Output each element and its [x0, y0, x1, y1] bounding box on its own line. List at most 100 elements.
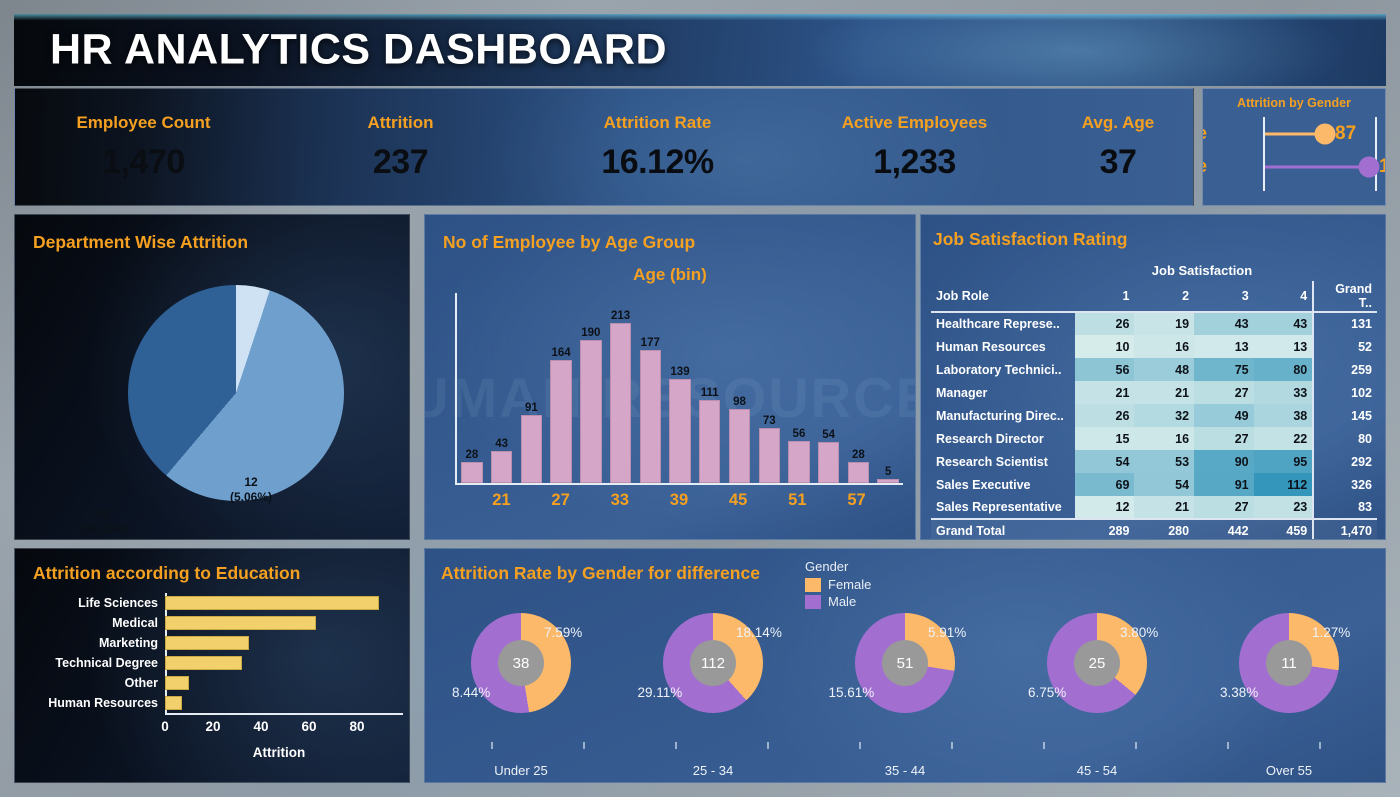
table-cell-total: 80: [1312, 427, 1377, 450]
table-cell-value: 26: [1074, 404, 1135, 427]
table-cell-total: 102: [1312, 381, 1377, 404]
donut-category-label: 25 - 34: [692, 763, 734, 778]
table-cell-role: Human Resources: [936, 339, 1046, 354]
histogram-bar-cell: 91: [516, 293, 546, 483]
table-cell-value: 54: [1074, 450, 1135, 473]
histogram-bar: [877, 479, 899, 483]
gender-rate-donuts-title: Attrition Rate by Gender for difference: [441, 563, 760, 583]
education-bar-row: Other: [125, 673, 393, 693]
histogram-tick: 51: [788, 491, 807, 509]
histogram-bar-value: 91: [524, 402, 538, 414]
kpi-value: 237: [372, 142, 429, 181]
gender-value: 150: [1379, 156, 1385, 178]
histogram-x-ticks: 21 27 33 39 45 51 57: [457, 491, 901, 510]
gender-legend-item: Female: [805, 577, 871, 592]
table-cell-value: 90: [1194, 450, 1254, 473]
table-column-header: 4: [1253, 281, 1314, 313]
table-cell-value: 27: [1194, 427, 1254, 450]
education-bar-row: Technical Degree: [55, 653, 393, 673]
table-cell-value: 75: [1194, 358, 1254, 381]
education-tick: 20: [205, 719, 221, 734]
table-cell-role: Research Director: [936, 431, 1044, 446]
table-row: Manufacturing Direc.. 26 32 49 38 145: [931, 404, 1377, 427]
kpi-label: Avg. Age: [1081, 112, 1155, 132]
gender-dot: [1314, 123, 1336, 144]
donut-male-percent: 3.38%: [1220, 685, 1259, 700]
dashboard-root: HR ANALYTICS DASHBOARD Employee Count 1,4…: [0, 0, 1400, 797]
table-cell-value: 33: [1253, 381, 1314, 404]
gender-legend-item: Male: [805, 594, 871, 609]
gender-label: Female: [1203, 123, 1207, 144]
table-column-header: 2: [1134, 281, 1195, 313]
histogram-tick: [457, 491, 487, 510]
table-cell-value: 289: [1074, 518, 1135, 539]
gender-stem: [1265, 165, 1369, 168]
table-cell-value: 54: [1134, 473, 1195, 496]
table-cell-role: Laboratory Technici..: [936, 362, 1062, 377]
donut-center-value: 38: [498, 640, 544, 686]
gender-lollipop-row: Female 87: [1203, 117, 1377, 150]
table-cell-value: 43: [1194, 312, 1254, 335]
histogram-bar: [728, 409, 751, 483]
table-cell-value: 459: [1253, 518, 1314, 539]
table-cell-value: 48: [1134, 358, 1195, 381]
histogram-bar-value: 43: [495, 438, 508, 450]
table-row: Healthcare Represe.. 26 19 43 43 131: [931, 312, 1377, 335]
attrition-by-gender-panel: Attrition by Gender Female 87 Male 150: [1202, 88, 1386, 206]
donut-cell: 11 1.27% 3.38% Over 55: [1193, 611, 1385, 778]
pie-label-hr-percent: (5.06%): [230, 490, 273, 504]
histogram-bar-cell: 164: [546, 293, 576, 483]
donut-male-percent: 29.11%: [637, 685, 683, 700]
education-bar-row: Human Resources: [48, 693, 393, 713]
table-cell-total: 326: [1312, 473, 1377, 496]
table-header: Job Role 1 2 3 4 Grand T..: [931, 281, 1377, 313]
donut-axis-tick: [491, 742, 493, 749]
donut-male-percent: 15.61%: [828, 685, 875, 700]
histogram-tick: 21: [492, 491, 511, 509]
table-cell-value: 91: [1194, 473, 1254, 496]
table-cell-value: 23: [1253, 496, 1314, 519]
donut-axis-tick: [1227, 742, 1229, 749]
histogram-bar: [758, 428, 780, 483]
table-cell-value: 56: [1074, 358, 1135, 381]
age-group-title: No of Employee by Age Group: [443, 232, 696, 252]
table-cell-value: 22: [1253, 427, 1314, 450]
gender-lollipop-row: Male 150: [1203, 150, 1385, 183]
gender-legend-title: Gender: [805, 559, 849, 574]
histogram-tick: 33: [610, 491, 629, 509]
table-column-header: 3: [1194, 281, 1254, 313]
table-cell-value: 53: [1134, 450, 1195, 473]
education-bar-row: Marketing: [99, 633, 393, 653]
gender-value: 87: [1335, 122, 1357, 144]
histogram-bar-cell: 98: [725, 293, 755, 483]
histogram-tick: [575, 491, 605, 510]
job-satisfaction-group-header: Job Satisfaction: [1151, 263, 1253, 278]
table-cell-value: 15: [1074, 427, 1135, 450]
kpi-value: 16.12%: [601, 142, 714, 181]
table-cell-value: 32: [1134, 404, 1195, 427]
histogram-bar-value: 164: [551, 347, 571, 359]
donut-axis: [445, 742, 1365, 749]
donut-cell: 25 3.80% 6.75% 45 - 54: [1001, 611, 1193, 778]
pie-label-sales-value: 92: [96, 507, 111, 521]
histogram-bar-value: 177: [640, 337, 660, 349]
department-attrition-panel: Department Wise Attrition 12 (5.06%) 133…: [14, 214, 410, 540]
age-histogram: 28 43 91 164 190 213 177 139 111 98 73 56 54 28 5: [455, 293, 903, 485]
histogram-bar: [699, 400, 721, 483]
education-bar: [165, 616, 316, 630]
table-cell-value: 16: [1134, 335, 1195, 358]
table-cell-total: 83: [1312, 496, 1377, 519]
attrition-by-gender-title: Attrition by Gender: [1237, 96, 1351, 110]
donut-axis-tick: [583, 742, 585, 749]
histogram-bar: [609, 323, 632, 483]
histogram-bar-cell: 177: [635, 293, 665, 483]
kpi-value: 37: [1099, 142, 1137, 181]
donut-female-percent: 5.91%: [928, 625, 967, 640]
education-bar: [165, 596, 379, 610]
table-row: Research Scientist 54 53 90 95 292: [931, 450, 1377, 473]
education-bar-label: Other: [124, 676, 158, 690]
pie-label-sales-percent: (38.82%): [79, 522, 128, 536]
job-satisfaction-table: Job Role 1 2 3 4 Grand T.. Healthcare Represe…: [931, 281, 1377, 539]
table-cell-role: Manufacturing Direc..: [936, 408, 1064, 423]
histogram-tick: 27: [551, 491, 570, 509]
